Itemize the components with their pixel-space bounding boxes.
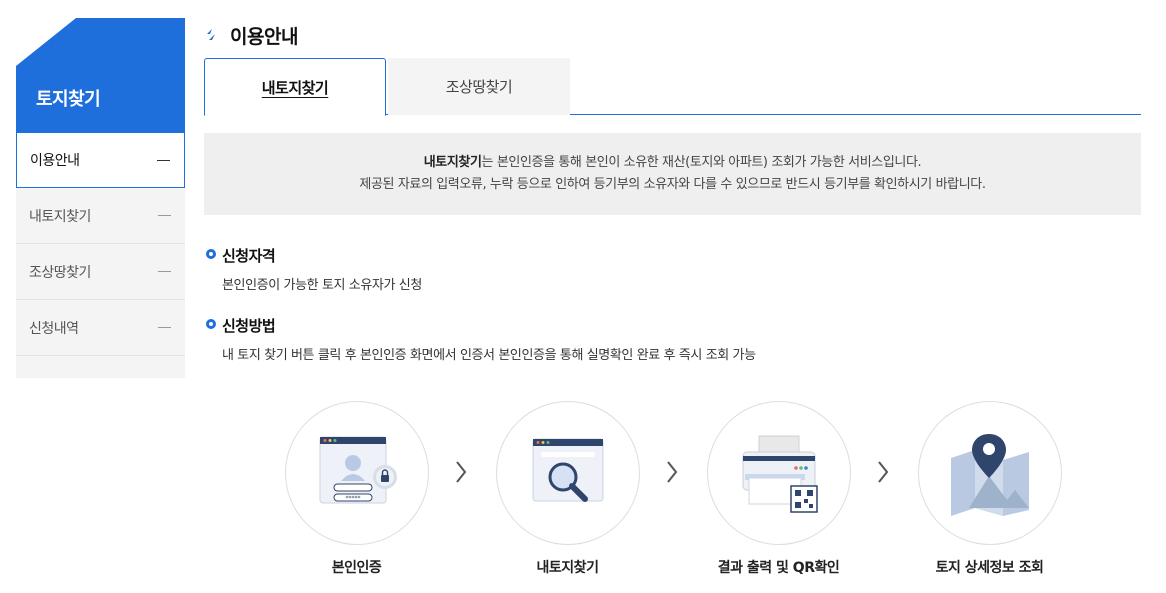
minus-icon bbox=[158, 327, 171, 328]
section-text: 내 토지 찾기 버튼 클릭 후 본인인증 화면에서 인증서 본인인증을 통해 실… bbox=[222, 348, 756, 363]
step-circle bbox=[706, 401, 851, 545]
section-heading-wrap: 신청자격 bbox=[206, 245, 1141, 266]
minus-icon bbox=[158, 271, 171, 272]
tab-my-land[interactable]: 내토지찾기 bbox=[204, 58, 386, 116]
sidebar-item-ancestor-land[interactable]: 조상땅찾기 bbox=[16, 244, 185, 300]
sidebar-item-usage-guide[interactable]: 이용안내 bbox=[16, 132, 185, 188]
section-text: 본인인증이 가능한 토지 소유자가 신청 bbox=[222, 278, 422, 293]
section-heading: 신청방법 bbox=[222, 317, 276, 335]
map-pin-icon bbox=[950, 434, 1029, 516]
password-mask: ***** bbox=[345, 495, 360, 502]
section-method: 신청방법 내 토지 찾기 버튼 클릭 후 본인인증 화면에서 인증서 본인인증을… bbox=[204, 315, 1141, 363]
step-my-land-search: 내토지찾기 bbox=[495, 401, 640, 577]
sidebar-item-my-land[interactable]: 내토지찾기 bbox=[16, 188, 185, 244]
step-land-detail: 토지 상세정보 조회 bbox=[917, 401, 1062, 577]
page-title-bar: 이용안내 bbox=[204, 18, 1141, 52]
sidebar-item-label: 내토지찾기 bbox=[29, 208, 91, 225]
circle-bullet-icon bbox=[206, 319, 216, 329]
step-label: 토지 상세정보 조회 bbox=[935, 560, 1044, 576]
sidebar: 토지찾기 이용안내 내토지찾기 조상땅찾기 신청내역 bbox=[16, 18, 185, 378]
sidebar-header: 토지찾기 bbox=[16, 18, 185, 132]
step-authentication: ***** 본인인증 bbox=[284, 401, 429, 577]
step-print-qr: 결과 출력 및 QR확인 bbox=[706, 401, 851, 577]
section-heading: 신청자격 bbox=[222, 247, 276, 265]
tab-bar: 내토지찾기 조상땅찾기 bbox=[204, 58, 1141, 116]
chevron-right-icon bbox=[878, 461, 889, 483]
notice-box: 내토지찾기는 본인인증을 통해 본인이 소유한 재산(토지와 아파트) 조회가 … bbox=[204, 133, 1141, 215]
notice-line-1-text: 는 본인인증을 통해 본인이 소유한 재산(토지와 아파트) 조회가 가능한 서… bbox=[481, 155, 922, 170]
step-label: 내토지찾기 bbox=[536, 560, 599, 576]
title-mark-icon bbox=[207, 29, 215, 40]
step-label: 본인인증 bbox=[331, 560, 382, 576]
sidebar-item-request-history[interactable]: 신청내역 bbox=[16, 300, 185, 356]
step-circle bbox=[495, 401, 640, 545]
notice-service-name: 내토지찾기 bbox=[423, 155, 482, 170]
sidebar-menu: 이용안내 내토지찾기 조상땅찾기 신청내역 bbox=[16, 132, 185, 378]
section-eligibility: 신청자격 본인인증이 가능한 토지 소유자가 신청 bbox=[204, 245, 1141, 293]
minus-icon bbox=[157, 160, 170, 161]
chevron-right-icon bbox=[456, 461, 467, 483]
notice-line-1: 내토지찾기는 본인인증을 통해 본인이 소유한 재산(토지와 아파트) 조회가 … bbox=[424, 152, 922, 174]
section-heading-wrap: 신청방법 bbox=[206, 315, 1141, 336]
notice-line-2: 제공된 자료의 입력오류, 누락 등으로 인하여 등기부의 소유자와 다를 수 … bbox=[359, 177, 986, 192]
tab-ancestor-land[interactable]: 조상땅찾기 bbox=[388, 58, 570, 115]
page-title: 이용안내 bbox=[230, 25, 298, 48]
sidebar-item-label: 신청내역 bbox=[29, 320, 79, 337]
sidebar-item-label: 조상땅찾기 bbox=[29, 264, 91, 281]
process-steps: ***** 본인인증 내토지찾기 결과 출력 및 QR확인 토지 상세정보 조회 bbox=[284, 401, 1064, 576]
main-content: 이용안내 내토지찾기 조상땅찾기 내토지찾기는 본인인증을 통해 본인이 소유한… bbox=[204, 18, 1141, 363]
sidebar-item-label: 이용안내 bbox=[30, 153, 80, 169]
id-verification-icon: ***** bbox=[319, 436, 397, 504]
circle-bullet-icon bbox=[206, 249, 216, 259]
step-circle: ***** bbox=[284, 401, 429, 545]
step-label: 결과 출력 및 QR확인 bbox=[717, 560, 840, 576]
step-circle bbox=[917, 401, 1062, 545]
minus-icon bbox=[158, 215, 171, 216]
chevron-right-icon bbox=[667, 461, 678, 483]
sidebar-title: 토지찾기 bbox=[36, 89, 101, 110]
magnifier-search-icon bbox=[532, 438, 603, 502]
printer-qr-icon bbox=[742, 435, 818, 513]
